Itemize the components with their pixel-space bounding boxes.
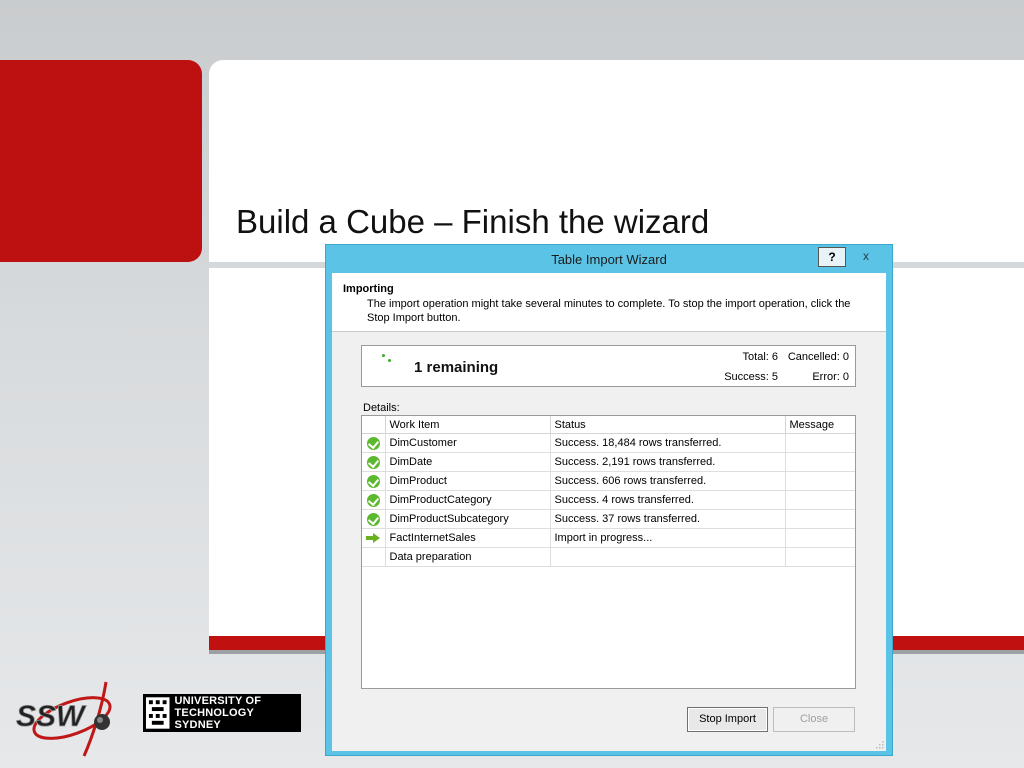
status-cell: Success. 2,191 rows transferred. <box>550 452 786 472</box>
row-status-cell <box>362 471 386 491</box>
row-status-cell <box>362 547 386 567</box>
table-row[interactable]: DimDate Success. 2,191 rows transferred. <box>362 452 855 472</box>
error-count: Error: 0 <box>812 371 849 383</box>
work-item-cell: DimProductSubcategory <box>385 509 551 529</box>
uts-wordmark: UNIVERSITY OF TECHNOLOGY SYDNEY <box>174 695 301 731</box>
work-item-cell: DimProductCategory <box>385 490 551 510</box>
success-count: Success: 5 <box>724 371 778 383</box>
column-header-message[interactable]: Message <box>785 416 855 434</box>
progress-summary: 1 remaining Total: 6 Cancelled: 0 Succes… <box>361 345 856 387</box>
uts-line-2: TECHNOLOGY SYDNEY <box>174 707 254 731</box>
work-item-cell: DimProduct <box>385 471 551 491</box>
uts-emblem-icon <box>145 697 170 729</box>
success-check-icon <box>366 436 380 450</box>
close-icon[interactable]: x <box>846 247 886 265</box>
message-cell <box>785 471 855 491</box>
dialog-title-bar[interactable]: Table Import Wizard ? x <box>326 245 892 273</box>
status-cell: Import in progress... <box>550 528 786 548</box>
svg-text:SSW: SSW <box>16 700 87 733</box>
cancelled-count: Cancelled: 0 <box>787 351 849 363</box>
table-row[interactable]: DimCustomer Success. 18,484 rows transfe… <box>362 433 855 453</box>
table-row[interactable]: FactInternetSales Import in progress... <box>362 528 855 548</box>
icon-column-header[interactable] <box>362 416 386 434</box>
resize-grip-icon[interactable] <box>876 741 884 749</box>
success-check-icon <box>366 474 380 488</box>
message-cell <box>785 490 855 510</box>
dialog-header: Importing The import operation might tak… <box>332 273 886 332</box>
message-cell <box>785 509 855 529</box>
message-cell <box>785 433 855 453</box>
work-item-cell: FactInternetSales <box>385 528 551 548</box>
help-button[interactable]: ? <box>818 247 846 267</box>
row-status-cell <box>362 433 386 453</box>
table-row[interactable]: DimProductCategory Success. 4 rows trans… <box>362 490 855 510</box>
work-item-cell: Data preparation <box>385 547 551 567</box>
row-status-cell <box>362 528 386 548</box>
red-accent-tab <box>0 60 202 262</box>
message-cell <box>785 528 855 548</box>
row-status-cell <box>362 490 386 510</box>
stop-import-button[interactable]: Stop Import <box>687 707 768 732</box>
success-check-icon <box>366 493 380 507</box>
dialog-title: Table Import Wizard <box>551 252 667 267</box>
spinner-icon <box>382 354 394 364</box>
status-cell: Success. 18,484 rows transferred. <box>550 433 786 453</box>
header-title: Importing <box>343 283 394 295</box>
table-row[interactable]: DimProductSubcategory Success. 37 rows t… <box>362 509 855 529</box>
status-cell: Success. 37 rows transferred. <box>550 509 786 529</box>
message-cell <box>785 547 855 567</box>
details-grid[interactable]: Work Item Status Message DimCustomer Suc… <box>361 415 856 689</box>
message-cell <box>785 452 855 472</box>
header-description: The import operation might take several … <box>367 298 851 324</box>
uts-line-1: UNIVERSITY OF <box>174 695 262 707</box>
table-import-wizard-dialog: Table Import Wizard ? x Importing The im… <box>326 245 892 755</box>
grid-header-row: Work Item Status Message <box>362 416 855 434</box>
row-status-cell <box>362 509 386 529</box>
status-cell <box>550 547 786 567</box>
success-check-icon <box>366 512 380 526</box>
remaining-count: 1 remaining <box>414 359 499 376</box>
uts-logo: UNIVERSITY OF TECHNOLOGY SYDNEY <box>143 694 301 732</box>
table-row[interactable]: Data preparation <box>362 547 855 567</box>
status-cell: Success. 4 rows transferred. <box>550 490 786 510</box>
ssw-logo: SSW <box>14 678 124 758</box>
in-progress-arrow-icon <box>366 533 381 544</box>
success-check-icon <box>366 455 380 469</box>
column-header-status[interactable]: Status <box>550 416 786 434</box>
column-header-work-item[interactable]: Work Item <box>385 416 551 434</box>
work-item-cell: DimCustomer <box>385 433 551 453</box>
total-count: Total: 6 <box>742 351 778 363</box>
work-item-cell: DimDate <box>385 452 551 472</box>
close-button[interactable]: Close <box>773 707 855 732</box>
details-label: Details: <box>363 402 400 414</box>
dialog-body: Importing The import operation might tak… <box>332 273 886 751</box>
row-status-cell <box>362 452 386 472</box>
table-row[interactable]: DimProduct Success. 606 rows transferred… <box>362 471 855 491</box>
slide-title: Build a Cube – Finish the wizard <box>236 203 710 240</box>
status-cell: Success. 606 rows transferred. <box>550 471 786 491</box>
